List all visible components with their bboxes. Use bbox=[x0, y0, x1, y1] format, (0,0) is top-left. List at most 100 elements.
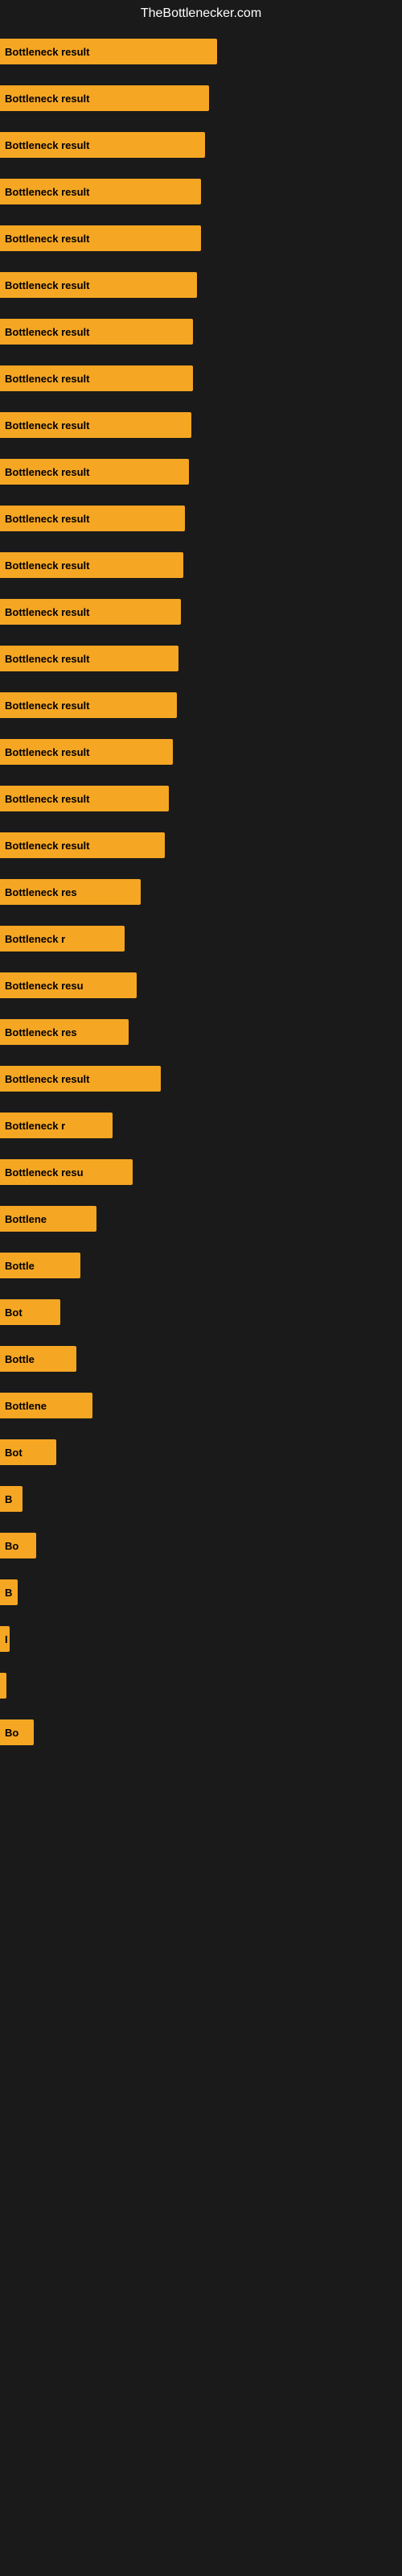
bar-row: Bottleneck result bbox=[0, 736, 402, 768]
bar-label-20: Bottleneck resu bbox=[5, 980, 84, 992]
bar-13: Bottleneck result bbox=[0, 646, 178, 671]
bar-row: Bottle bbox=[0, 1249, 402, 1282]
spacer-28 bbox=[0, 1375, 402, 1389]
bar-row: Bottleneck result bbox=[0, 316, 402, 348]
bar-row: Bottleneck result bbox=[0, 596, 402, 628]
bar-label-28: Bottle bbox=[5, 1353, 35, 1365]
bar-label-33: B bbox=[5, 1587, 12, 1599]
spacer-4 bbox=[0, 254, 402, 269]
bar-row: Bottleneck result bbox=[0, 829, 402, 861]
spacer-24 bbox=[0, 1188, 402, 1203]
bar-row: Bottleneck resu bbox=[0, 1156, 402, 1188]
spacer-36 bbox=[0, 1748, 402, 1763]
bar-label-1: Bottleneck result bbox=[5, 93, 89, 105]
spacer-22 bbox=[0, 1095, 402, 1109]
spacer-3 bbox=[0, 208, 402, 222]
bar-label-9: Bottleneck result bbox=[5, 466, 89, 478]
spacer-2 bbox=[0, 161, 402, 175]
spacer-18 bbox=[0, 908, 402, 923]
bar-30: Bot bbox=[0, 1439, 56, 1465]
bar-row: Bottleneck res bbox=[0, 1016, 402, 1048]
bar-label-23: Bottleneck r bbox=[5, 1120, 65, 1132]
bar-label-0: Bottleneck result bbox=[5, 46, 89, 58]
bar-label-25: Bottlene bbox=[5, 1213, 47, 1225]
bar-row: B bbox=[0, 1576, 402, 1608]
bar-2: Bottleneck result bbox=[0, 132, 205, 158]
spacer-26 bbox=[0, 1282, 402, 1296]
spacer-1 bbox=[0, 114, 402, 129]
bar-row bbox=[0, 1670, 402, 1702]
bar-row: Bottle bbox=[0, 1343, 402, 1375]
bar-label-17: Bottleneck result bbox=[5, 840, 89, 852]
spacer-15 bbox=[0, 768, 402, 782]
bar-label-24: Bottleneck resu bbox=[5, 1166, 84, 1179]
spacer-31 bbox=[0, 1515, 402, 1530]
bar-label-2: Bottleneck result bbox=[5, 139, 89, 151]
bar-row: Bottlene bbox=[0, 1203, 402, 1235]
bar-row: Bottleneck result bbox=[0, 409, 402, 441]
bar-row: Bottleneck result bbox=[0, 642, 402, 675]
bar-8: Bottleneck result bbox=[0, 412, 191, 438]
bar-row: Bottleneck result bbox=[0, 362, 402, 394]
bar-row: Bo bbox=[0, 1530, 402, 1562]
bar-18: Bottleneck res bbox=[0, 879, 141, 905]
spacer-21 bbox=[0, 1048, 402, 1063]
bar-0: Bottleneck result bbox=[0, 39, 217, 64]
bar-9: Bottleneck result bbox=[0, 459, 189, 485]
bar-row: Bottleneck result bbox=[0, 129, 402, 161]
bar-10: Bottleneck result bbox=[0, 506, 185, 531]
bar-34: I bbox=[0, 1626, 10, 1652]
bar-row: Bottlene bbox=[0, 1389, 402, 1422]
spacer-33 bbox=[0, 1608, 402, 1623]
bar-label-18: Bottleneck res bbox=[5, 886, 77, 898]
bar-19: Bottleneck r bbox=[0, 926, 125, 952]
spacer-25 bbox=[0, 1235, 402, 1249]
bar-label-31: B bbox=[5, 1493, 12, 1505]
spacer-13 bbox=[0, 675, 402, 689]
bar-row: Bottleneck r bbox=[0, 923, 402, 955]
bar-29: Bottlene bbox=[0, 1393, 92, 1418]
spacer-12 bbox=[0, 628, 402, 642]
bar-32: Bo bbox=[0, 1533, 36, 1558]
spacer-32 bbox=[0, 1562, 402, 1576]
spacer-35 bbox=[0, 1702, 402, 1716]
bar-label-6: Bottleneck result bbox=[5, 326, 89, 338]
bar-7: Bottleneck result bbox=[0, 365, 193, 391]
bar-33: B bbox=[0, 1579, 18, 1605]
bar-label-13: Bottleneck result bbox=[5, 653, 89, 665]
bar-row: Bottleneck result bbox=[0, 782, 402, 815]
bar-label-19: Bottleneck r bbox=[5, 933, 65, 945]
spacer-8 bbox=[0, 441, 402, 456]
bar-5: Bottleneck result bbox=[0, 272, 197, 298]
bar-24: Bottleneck resu bbox=[0, 1159, 133, 1185]
bar-label-8: Bottleneck result bbox=[5, 419, 89, 431]
bar-6: Bottleneck result bbox=[0, 319, 193, 345]
spacer-23 bbox=[0, 1141, 402, 1156]
bar-label-3: Bottleneck result bbox=[5, 186, 89, 198]
spacer-9 bbox=[0, 488, 402, 502]
bar-11: Bottleneck result bbox=[0, 552, 183, 578]
spacer-10 bbox=[0, 535, 402, 549]
bar-row: Bot bbox=[0, 1296, 402, 1328]
bar-23: Bottleneck r bbox=[0, 1113, 113, 1138]
bar-label-36: Bo bbox=[5, 1727, 18, 1739]
bar-row: Bottleneck resu bbox=[0, 969, 402, 1001]
spacer-20 bbox=[0, 1001, 402, 1016]
bar-1: Bottleneck result bbox=[0, 85, 209, 111]
bar-label-34: I bbox=[5, 1633, 8, 1645]
bar-label-7: Bottleneck result bbox=[5, 373, 89, 385]
bar-label-16: Bottleneck result bbox=[5, 793, 89, 805]
bar-row: Bottleneck r bbox=[0, 1109, 402, 1141]
bar-row: Bottleneck result bbox=[0, 549, 402, 581]
bar-row: Bottleneck result bbox=[0, 689, 402, 721]
site-title-container: TheBottlenecker.com bbox=[0, 0, 402, 27]
bar-label-22: Bottleneck result bbox=[5, 1073, 89, 1085]
bar-17: Bottleneck result bbox=[0, 832, 165, 858]
bar-row: Bottleneck result bbox=[0, 175, 402, 208]
bar-3: Bottleneck result bbox=[0, 179, 201, 204]
spacer-14 bbox=[0, 721, 402, 736]
bar-row: Bottleneck result bbox=[0, 502, 402, 535]
spacer-5 bbox=[0, 301, 402, 316]
spacer-29 bbox=[0, 1422, 402, 1436]
bar-label-15: Bottleneck result bbox=[5, 746, 89, 758]
